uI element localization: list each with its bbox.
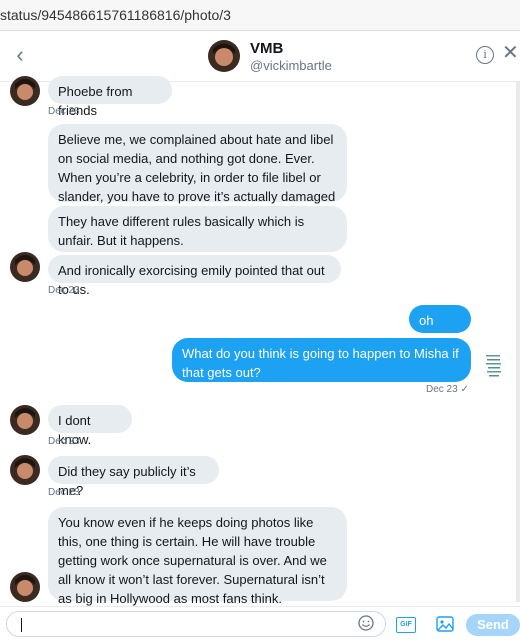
message-bubble[interactable]: They have different rules basically whic… [48,206,347,252]
avatar[interactable] [10,252,40,282]
avatar[interactable] [10,405,40,435]
message-bubble[interactable]: I dont know. [48,405,132,447]
avatar[interactable] [10,572,40,602]
message-text: You know even if he keeps doing photos l… [58,515,327,606]
image-icon[interactable] [436,615,454,633]
send-button[interactable]: Send [466,614,520,636]
scrollbar[interactable] [516,82,520,602]
timestamp: Dec 23 [48,436,80,447]
message-bubble[interactable]: And ironically exorcising emily pointed … [48,255,341,297]
message-text: They have different rules basically whic… [58,214,305,248]
timestamp: Dec 23 ✓ [426,384,469,395]
message-input[interactable] [6,611,386,637]
message-composer: GIF Send [0,606,520,641]
message-text: What do you think is going to happen to … [182,346,459,380]
message-bubble[interactable]: You know even if he keeps doing photos l… [48,507,347,606]
url-text: status/945486615761186816/photo/3 [0,7,231,23]
close-icon[interactable]: ✕ [502,41,520,65]
message-bubble[interactable]: Believe me, we complained about hate and… [48,124,347,223]
text-caret [21,618,22,632]
avatar[interactable] [208,40,240,72]
avatar[interactable] [10,76,40,106]
info-icon[interactable]: i [476,46,494,64]
message-bubble[interactable]: Phoebe from friends [48,76,172,118]
timestamp: Dec 23 [48,106,80,117]
message-text: And ironically exorcising emily pointed … [58,263,325,297]
timestamp: Dec 23 [48,285,80,296]
browser-url-bar[interactable]: status/945486615761186816/photo/3 [0,0,520,31]
message-bubble[interactable]: Did they say publicly it’s me? [48,456,219,498]
conversation-header: ‹ VMB @vickimbartle i ✕ [0,31,520,82]
contact-handle[interactable]: @vickimbartle [250,58,332,73]
back-button[interactable]: ‹ [10,43,30,67]
timestamp: Dec 23 [48,487,80,498]
gif-icon[interactable]: GIF [396,617,416,633]
emoji-icon[interactable] [358,615,374,631]
message-bubble-outgoing[interactable]: oh wow [409,305,471,347]
attachment-thumbnail[interactable] [484,352,504,380]
avatar[interactable] [10,455,40,485]
chevron-left-icon: ‹ [16,42,24,67]
message-bubble-outgoing[interactable]: What do you think is going to happen to … [172,338,471,382]
contact-name[interactable]: VMB [250,40,283,57]
